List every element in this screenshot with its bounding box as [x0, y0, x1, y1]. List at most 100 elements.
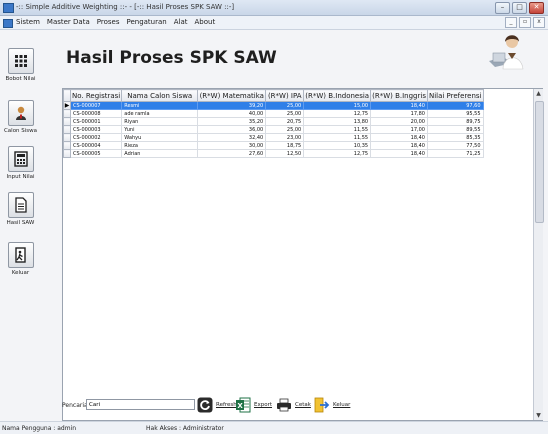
table-cell: 18,75: [265, 141, 305, 150]
table-cell: CS-000003: [69, 125, 123, 134]
export-label: Export: [254, 402, 273, 408]
sidebar-item-calon-siswa[interactable]: Calon Siswa: [4, 100, 37, 134]
table-row[interactable]: CS-000008 ade ramla 40,00 25,00 12,75 17…: [63, 109, 484, 118]
table-cell: 17,00: [370, 125, 428, 134]
svg-text:X: X: [237, 402, 243, 410]
table-cell: 25,00: [265, 101, 305, 110]
sidebar-item-keluar[interactable]: Keluar: [4, 242, 37, 276]
table-cell: 32,40: [197, 133, 267, 142]
row-indicator: [63, 117, 71, 126]
child-restore-button[interactable]: ▫: [519, 17, 531, 28]
table-cell: 25,00: [265, 109, 305, 118]
print-button[interactable]: Cetak: [275, 395, 311, 415]
results-table[interactable]: No. Registrasi Nama Calon Siswa (R*W) Ma…: [62, 88, 544, 421]
exit-button[interactable]: Keluar: [313, 395, 350, 415]
sidebar-item-bobot-nilai[interactable]: Bobot Nilai: [4, 48, 37, 82]
row-indicator: [63, 133, 71, 142]
table-cell: 30,00: [197, 141, 267, 150]
row-indicator: [63, 125, 71, 134]
table-cell: CS-000002: [69, 133, 123, 142]
menu-pengaturan[interactable]: Pengaturan: [126, 18, 166, 26]
status-bar: Nama Pengguna : admin Hak Akses : Admini…: [0, 421, 548, 434]
column-header[interactable]: (R*W) B.Indonesia: [303, 89, 372, 102]
status-access: Hak Akses : Administrator: [146, 425, 224, 432]
table-row[interactable]: CS-000003 Yuni 36,00 25,00 11,55 17,00 8…: [63, 125, 484, 134]
table-cell: 23,00: [265, 133, 305, 142]
table-cell: 18,40: [370, 141, 428, 150]
calculator-icon: [7, 146, 34, 172]
child-minimize-button[interactable]: _: [505, 17, 517, 28]
table-cell: 12,75: [303, 149, 372, 158]
table-header-row: No. Registrasi Nama Calon Siswa (R*W) Ma…: [63, 89, 484, 102]
table-cell: 36,00: [197, 125, 267, 134]
document-icon: [7, 192, 34, 218]
table-cell: 18,40: [370, 133, 428, 142]
child-close-button[interactable]: x: [533, 17, 545, 28]
page-title: Hasil Proses SPK SAW: [66, 48, 277, 68]
column-header[interactable]: No. Registrasi: [69, 89, 123, 102]
sidebar-item-input-nilai[interactable]: Input Nilai: [4, 146, 37, 180]
menu-bar: Sistem Master Data Proses Pengaturan Ala…: [0, 16, 548, 30]
table-cell: 18,40: [370, 101, 428, 110]
scroll-thumb[interactable]: [535, 101, 544, 223]
table-cell: 27,60: [197, 149, 267, 158]
table-cell: ade ramla: [121, 109, 199, 118]
close-button[interactable]: ✕: [529, 2, 544, 14]
table-cell: 18,40: [370, 149, 428, 158]
column-header[interactable]: Nilai Preferensi: [426, 89, 484, 102]
table-cell: 11,55: [303, 133, 372, 142]
menu-master-data[interactable]: Master Data: [47, 18, 90, 26]
table-row[interactable]: CS-000005 Adrian 27,60 12,50 12,75 18,40…: [63, 149, 484, 158]
maximize-button[interactable]: □: [512, 2, 527, 14]
table-cell: 10,35: [303, 141, 372, 150]
menu-alat[interactable]: Alat: [174, 18, 188, 26]
table-cell: 95,55: [426, 109, 484, 118]
search-input[interactable]: [86, 399, 195, 410]
table-row[interactable]: CS-000002 Wahyu 32,40 23,00 11,55 18,40 …: [63, 133, 484, 142]
menu-sistem[interactable]: Sistem: [16, 18, 40, 26]
table-row[interactable]: ▶ CS-000007 Resmi 39,20 25,00 15,00 18,4…: [63, 101, 484, 110]
menu-about[interactable]: About: [195, 18, 216, 26]
vertical-scrollbar[interactable]: ▲ ▼: [533, 89, 544, 420]
table-row[interactable]: CS-000004 Rieza 30,00 18,75 10,35 18,40 …: [63, 141, 484, 150]
row-indicator: [63, 109, 71, 118]
column-header[interactable]: (R*W) B.Inggris: [370, 89, 428, 102]
table-cell: Adrian: [121, 149, 199, 158]
sidebar-label-bobot-nilai: Bobot Nilai: [5, 76, 36, 82]
menu-proses[interactable]: Proses: [97, 18, 120, 26]
table-cell: 97,60: [426, 101, 484, 110]
minimize-button[interactable]: –: [495, 2, 510, 14]
window-title: -:: Simple Additive Weighting ::- - [-::…: [16, 3, 235, 11]
table-cell: 39,20: [197, 101, 267, 110]
column-header[interactable]: (R*W) IPA: [265, 89, 305, 102]
table-cell: CS-000008: [69, 109, 123, 118]
status-user: Nama Pengguna : admin: [2, 425, 77, 432]
table-cell: CS-000005: [69, 149, 123, 158]
refresh-icon: [196, 396, 214, 414]
table-cell: 12,50: [265, 149, 305, 158]
sidebar-label-hasil-saw: Hasil SAW: [6, 220, 35, 226]
table-cell: CS-000004: [69, 141, 123, 150]
results-grid: No. Registrasi Nama Calon Siswa (R*W) Ma…: [63, 89, 484, 158]
sidebar-label-keluar: Keluar: [11, 270, 30, 276]
column-header[interactable]: (R*W) Matematika: [197, 89, 267, 102]
table-cell: 77,50: [426, 141, 484, 150]
table-cell: 20,75: [265, 117, 305, 126]
column-header[interactable]: Nama Calon Siswa: [121, 89, 199, 102]
window-title-bar: -:: Simple Additive Weighting ::- - [-::…: [0, 0, 548, 16]
refresh-button[interactable]: Refresh: [196, 395, 237, 415]
table-cell: 15,00: [303, 101, 372, 110]
table-cell: Yuni: [121, 125, 199, 134]
app-icon: [3, 3, 14, 13]
bottom-toolbar: Pencarian Refresh X: [62, 395, 541, 417]
scroll-up-icon[interactable]: ▲: [534, 89, 543, 98]
row-indicator: [63, 141, 71, 150]
exit-label: Keluar: [333, 402, 351, 408]
table-row[interactable]: CS-000001 Riyan 35,20 20,75 13,80 20,00 …: [63, 117, 484, 126]
table-cell: 13,80: [303, 117, 372, 126]
table-cell: Wahyu: [121, 133, 199, 142]
avatar: [485, 31, 529, 71]
sidebar-item-hasil-saw[interactable]: Hasil SAW: [4, 192, 37, 226]
row-pointer-icon: ▶: [63, 101, 71, 110]
export-button[interactable]: X Export: [234, 395, 272, 415]
